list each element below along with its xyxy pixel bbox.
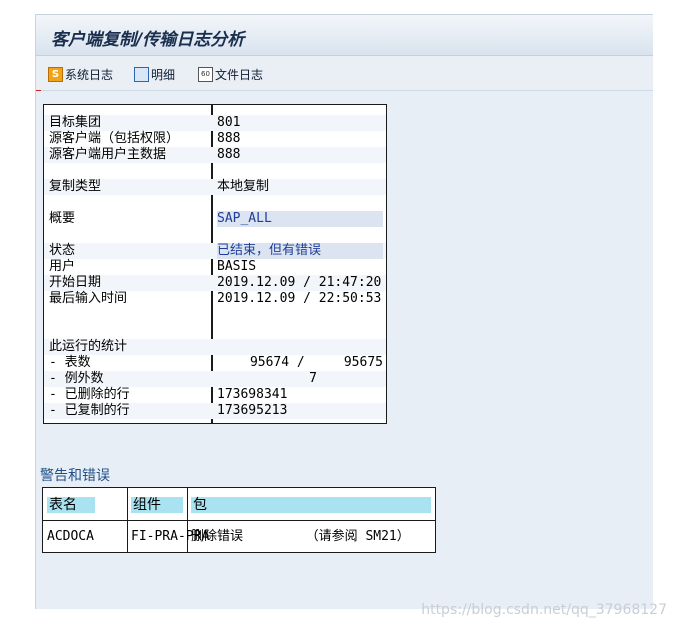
deleted-label: - 已删除的行 xyxy=(49,387,130,402)
row-profile: 概要 SAP_ALL xyxy=(44,211,386,227)
tables-label: - 表数 xyxy=(49,355,91,370)
status-label: 状态 xyxy=(49,243,76,258)
row-last-entry: 最后输入时间 2019.12.09 / 22:50:53 xyxy=(44,291,386,307)
user-value: BASIS xyxy=(217,259,257,274)
deleted-value: 173698341 xyxy=(217,387,288,402)
header-table-name[interactable]: 表名 xyxy=(47,497,95,513)
system-log-label: 系统日志 xyxy=(65,67,114,82)
column-divider xyxy=(127,488,128,552)
title-bar: 客户端复制/传输日志分析 xyxy=(36,15,653,56)
profile-label: 概要 xyxy=(49,211,76,226)
details-label: 明细 xyxy=(151,67,176,82)
copy-type-value: 本地复制 xyxy=(217,179,270,194)
copy-type-label: 复制类型 xyxy=(49,179,102,194)
row-exceptions: - 例外数 7 xyxy=(44,371,386,387)
row-target-client: 目标集团 801 xyxy=(44,115,386,131)
watermark-text: https://blog.csdn.net/qq_37968127 xyxy=(421,602,667,618)
start-date-value: 2019.12.09 / 21:47:20 xyxy=(217,275,382,290)
last-entry-value: 2019.12.09 / 22:50:53 xyxy=(217,291,382,306)
header-package[interactable]: 包 xyxy=(191,497,431,513)
stats-label: 此运行的统计 xyxy=(49,339,128,354)
row-stats-heading: 此运行的统计 xyxy=(44,339,386,355)
header-component[interactable]: 组件 xyxy=(131,497,183,513)
log-info-table: 目标集团 801 源客户端（包括权限） 888 源客户端用户主数据 888 复制… xyxy=(43,104,387,424)
tables-value: 95674 / 95675 xyxy=(249,355,383,370)
start-date-label: 开始日期 xyxy=(49,275,102,290)
file-log-button[interactable]: 60 文件日志 xyxy=(198,65,263,83)
copied-label: - 已复制的行 xyxy=(49,403,130,418)
system-log-icon: S xyxy=(48,66,63,82)
row-source-client: 源客户端（包括权限） 888 xyxy=(44,131,386,147)
target-client-value: 801 xyxy=(217,115,241,130)
sap-window: 客户端复制/传输日志分析 S 系统日志 明细 60 文件日志 目标集团 801 … xyxy=(35,14,653,609)
row-status: 状态 已结束，但有错误 xyxy=(44,243,386,259)
row-copy-type: 复制类型 本地复制 xyxy=(44,179,386,195)
system-log-button[interactable]: S 系统日志 xyxy=(48,65,113,83)
row-source-user-master: 源客户端用户主数据 888 xyxy=(44,147,386,163)
last-entry-label: 最后输入时间 xyxy=(49,291,128,306)
row-copied: - 已复制的行 173695213 xyxy=(44,403,386,419)
row-deleted: - 已删除的行 173698341 xyxy=(44,387,386,403)
details-icon xyxy=(134,66,149,82)
file-log-icon: 60 xyxy=(198,66,213,82)
source-user-master-value: 888 xyxy=(217,147,241,162)
exceptions-value: 7 xyxy=(309,371,317,386)
file-log-label: 文件日志 xyxy=(215,67,264,82)
focus-marker-vertical xyxy=(35,90,36,96)
details-button[interactable]: 明细 xyxy=(134,65,175,83)
copied-value: 173695213 xyxy=(217,403,288,418)
row-user: 用户 BASIS xyxy=(44,259,386,275)
row-start-date: 开始日期 2019.12.09 / 21:47:20 xyxy=(44,275,386,291)
row-tables: - 表数 95674 / 95675 xyxy=(44,355,386,371)
row-table-name[interactable]: ACDOCA xyxy=(47,529,94,545)
window-title: 客户端复制/传输日志分析 xyxy=(51,30,245,50)
target-client-label: 目标集团 xyxy=(49,115,102,130)
profile-value[interactable]: SAP_ALL xyxy=(217,211,383,227)
status-value[interactable]: 已结束，但有错误 xyxy=(217,243,383,259)
source-client-label: 源客户端（包括权限） xyxy=(49,131,180,146)
warnings-section-title: 警告和错误 xyxy=(40,468,110,484)
source-user-master-label: 源客户端用户主数据 xyxy=(49,147,167,162)
warnings-table: 表名 组件 包 ACDOCA FI-PRA-PRA 删除错误 （请参阅 SM21… xyxy=(42,487,436,553)
application-toolbar: S 系统日志 明细 60 文件日志 xyxy=(36,56,653,91)
source-client-value: 888 xyxy=(217,131,241,146)
exceptions-label: - 例外数 xyxy=(49,371,104,386)
user-label: 用户 xyxy=(49,259,76,274)
row-package[interactable]: 删除错误 （请参阅 SM21） xyxy=(191,529,410,545)
